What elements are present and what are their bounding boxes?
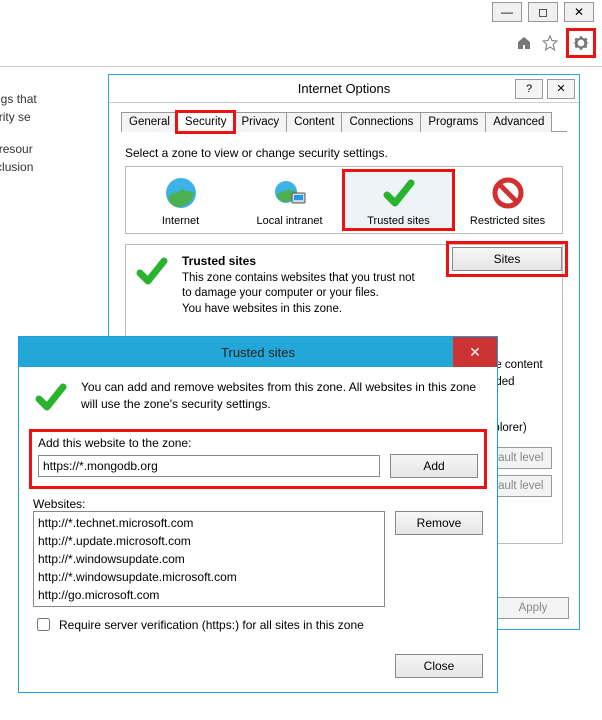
nosite-icon [490,175,526,211]
intranet-icon [272,175,308,211]
favorites-icon[interactable] [540,33,560,53]
window-controls: — ◻ ✕ [0,0,602,24]
browser-chrome: — ◻ ✕ [0,0,602,67]
websites-listbox[interactable]: http://*.technet.microsoft.com http://*.… [33,511,385,607]
maximize-button[interactable]: ◻ [528,2,558,22]
tab-general[interactable]: General [121,112,178,132]
add-website-highlight: Add this website to the zone: Add [29,429,487,489]
checkmark-icon [381,175,417,211]
sites-button-highlight: Sites [446,241,568,277]
checkmark-icon [33,379,69,415]
tab-programs[interactable]: Programs [420,112,486,132]
websites-label: Websites: [33,497,483,511]
home-icon[interactable] [514,33,534,53]
help-button[interactable]: ? [515,79,543,99]
zone-desc-line1: This zone contains websites that you tru… [182,272,415,300]
internet-options-titlebar: Internet Options ? ✕ [109,75,579,103]
zone-restricted-label: Restricted sites [453,215,562,227]
add-website-input[interactable] [38,455,380,477]
zone-restricted-sites[interactable]: Restricted sites [453,171,562,229]
minimize-button[interactable]: — [492,2,522,22]
tools-gear-highlight [566,28,596,58]
zone-internet-label: Internet [126,215,235,227]
globe-icon [163,175,199,211]
list-item[interactable]: http://*.update.microsoft.com [38,532,380,550]
zone-local-intranet[interactable]: Local intranet [235,171,344,229]
zone-selector: Internet Local intranet Trusted sites Re… [125,166,563,234]
zone-trusted-label: Trusted sites [344,215,453,227]
require-https-checkbox[interactable] [37,618,50,631]
sites-button[interactable]: Sites [452,247,562,271]
require-https-label: Require server verification (https:) for… [59,618,364,632]
trusted-sites-dialog: Trusted sites ✕ You can add and remove w… [18,336,498,693]
list-item[interactable]: http://*.windowsupdate.microsoft.com [38,568,380,586]
zone-internet[interactable]: Internet [126,171,235,229]
add-website-label: Add this website to the zone: [38,436,478,450]
trusted-sites-intro: You can add and remove websites from thi… [81,379,483,413]
zone-desc-line2: You have websites in this zone. [182,303,342,315]
list-item[interactable]: http://*.windowsupdate.com [38,550,380,568]
apply-button[interactable]: Apply [497,597,569,619]
tab-connections[interactable]: Connections [341,112,421,132]
trusted-sites-titlebar: Trusted sites ✕ [19,337,497,367]
zone-trusted-sites[interactable]: Trusted sites [344,171,453,229]
dialog-footer-buttons: Apply [497,597,569,619]
add-button[interactable]: Add [390,454,478,478]
checkmark-icon [134,253,172,317]
list-item[interactable]: http://*.technet.microsoft.com [38,514,380,532]
internet-options-title: Internet Options [298,81,391,96]
zone-instruction: Select a zone to view or change security… [125,146,563,160]
zone-intranet-label: Local intranet [235,215,344,227]
tab-content[interactable]: Content [286,112,342,132]
trusted-sites-title: Trusted sites [221,345,295,360]
tab-security[interactable]: Security [177,112,235,132]
close-button[interactable]: ✕ [547,79,575,99]
close-window-button[interactable]: ✕ [564,2,594,22]
close-button[interactable]: ✕ [453,337,497,367]
list-item[interactable]: http://go.microsoft.com [38,586,380,604]
tab-advanced[interactable]: Advanced [485,112,552,132]
tabstrip: General Security Privacy Content Connect… [121,111,567,132]
page-cutoff-text: curity settings thatof the security se t… [0,90,120,190]
close-dialog-button[interactable]: Close [395,654,483,678]
remove-button[interactable]: Remove [395,511,483,535]
tab-privacy[interactable]: Privacy [233,112,287,132]
gear-icon[interactable] [571,33,591,53]
zone-desc-title: Trusted sites [182,254,256,268]
